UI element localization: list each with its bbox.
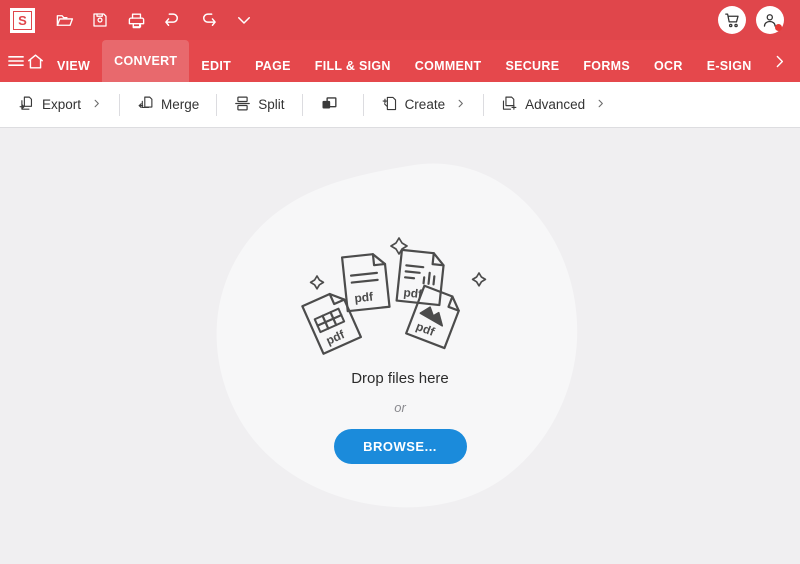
split-icon — [234, 95, 251, 115]
chevron-right-icon — [91, 97, 102, 112]
toolbar-divider — [483, 93, 485, 116]
combine-pages-button[interactable] — [310, 90, 356, 120]
export-label: Export — [42, 97, 82, 112]
chevron-right-icon — [595, 97, 606, 112]
merge-button[interactable]: Merge — [127, 90, 209, 120]
tab-page[interactable]: PAGE — [243, 50, 303, 82]
convert-toolbar: Export Merge Split Create Advanced — [0, 82, 800, 128]
chevron-right-icon — [455, 97, 466, 112]
document-drop-area[interactable]: pdf pdf pdf pdf Drop files here or BROWS… — [0, 128, 800, 564]
main-nav-tabs: VIEW CONVERT EDIT PAGE FILL & SIGN COMME… — [0, 40, 800, 82]
tab-ocr[interactable]: OCR — [642, 50, 695, 82]
or-separator-label: or — [394, 399, 406, 415]
nav-right-actions — [764, 40, 800, 82]
tab-secure[interactable]: SECURE — [493, 50, 571, 82]
drop-files-label: Drop files here — [351, 369, 449, 387]
app-logo[interactable]: S — [10, 7, 35, 33]
svg-text:pdf: pdf — [414, 319, 437, 339]
advanced-icon — [501, 95, 518, 115]
tab-view[interactable]: VIEW — [45, 50, 102, 82]
toolbar-divider — [216, 93, 218, 116]
tab-convert[interactable]: CONVERT — [102, 40, 190, 82]
toolbar-divider — [119, 93, 121, 116]
redo-icon[interactable] — [190, 4, 226, 36]
undo-icon[interactable] — [154, 4, 190, 36]
merge-icon — [137, 95, 154, 115]
split-button[interactable]: Split — [224, 90, 294, 120]
browse-button[interactable]: BROWSE... — [333, 428, 467, 464]
export-icon — [18, 95, 35, 115]
export-button[interactable]: Export — [8, 90, 112, 120]
print-icon[interactable] — [118, 4, 154, 36]
create-label: Create — [404, 97, 446, 112]
tab-fill-sign[interactable]: FILL & SIGN — [303, 50, 403, 82]
advanced-button[interactable]: Advanced — [491, 90, 616, 120]
toolbar-divider — [362, 93, 364, 116]
tab-esign[interactable]: E-SIGN — [695, 50, 764, 82]
merge-label: Merge — [161, 97, 200, 112]
split-label: Split — [258, 97, 285, 112]
app-logo-letter: S — [13, 10, 32, 30]
account-icon[interactable] — [756, 6, 784, 34]
toolbar-divider — [301, 93, 303, 116]
topbar-actions — [718, 6, 790, 34]
dropzone-content: pdf pdf pdf pdf Drop files here or BROWS… — [0, 128, 800, 564]
open-folder-icon[interactable] — [46, 4, 82, 36]
pdf-editor-window: S VIEW CONVERT EDIT PAGE FILL & SIGN COM… — [0, 0, 800, 564]
chevron-down-icon[interactable] — [226, 4, 262, 36]
overlap-squares-icon — [320, 94, 339, 116]
notification-badge — [775, 24, 782, 31]
svg-text:pdf: pdf — [354, 289, 375, 305]
create-button[interactable]: Create — [371, 90, 477, 120]
save-icon[interactable] — [82, 4, 118, 36]
advanced-label: Advanced — [525, 97, 586, 112]
cart-icon[interactable] — [718, 6, 746, 34]
scattered-pdf-documents-illustration: pdf pdf pdf pdf — [295, 229, 505, 364]
tab-comment[interactable]: COMMENT — [403, 50, 494, 82]
top-toolbar: S — [0, 0, 800, 40]
home-icon[interactable] — [26, 40, 45, 82]
tab-forms[interactable]: FORMS — [571, 50, 642, 82]
tab-edit[interactable]: EDIT — [189, 50, 243, 82]
hamburger-menu-icon[interactable] — [6, 40, 26, 82]
create-icon — [381, 95, 398, 115]
chevron-right-icon[interactable] — [764, 40, 796, 82]
